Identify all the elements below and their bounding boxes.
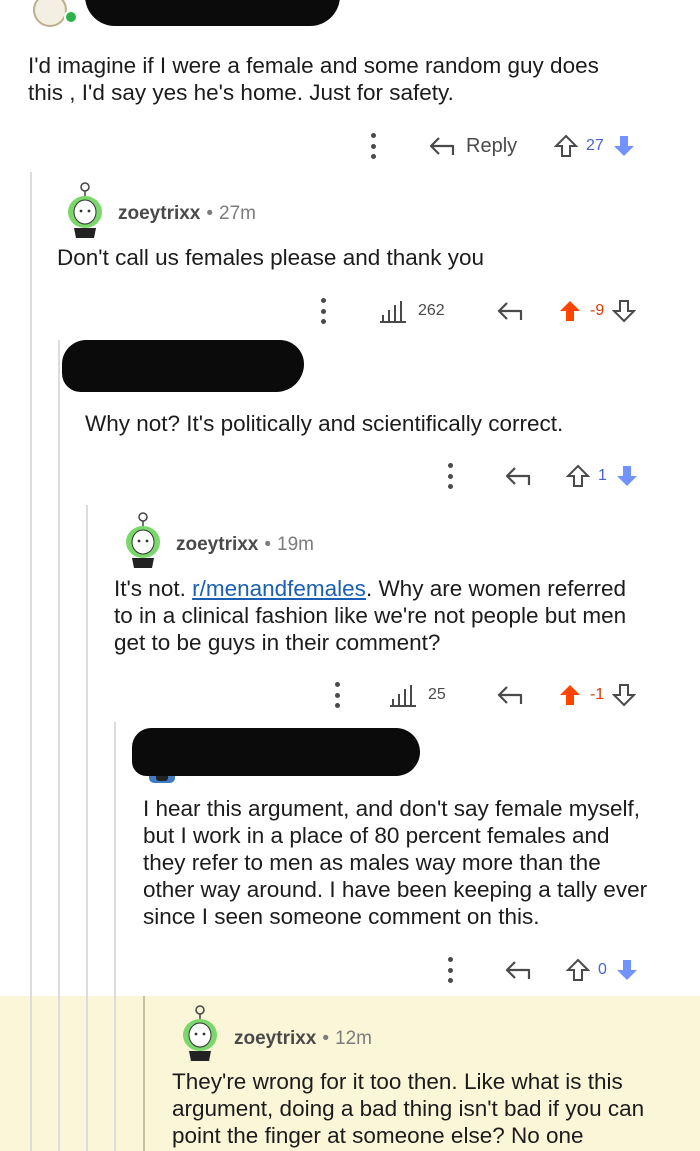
kebab-menu-icon [445,957,455,983]
thread-line-level-4 [114,722,116,1151]
comment-header: zoeytrixx • 27m [118,203,256,225]
view-stats-button[interactable]: 262 [380,296,445,326]
snoo-avatar-icon [183,1005,217,1061]
comment-header: zoeytrixx • 19m [176,534,314,556]
thread-line-level-2 [58,340,60,1151]
upvote-arrow-icon[interactable] [558,299,582,323]
vote-controls: -9 [558,296,637,326]
downvote-arrow-icon[interactable] [615,958,639,982]
more-options-button[interactable] [368,131,378,161]
more-options-button[interactable] [445,955,455,985]
score: 0 [598,961,607,978]
thread-line-level-5 [143,996,145,1151]
vote-controls: 0 [566,955,639,985]
reply-arrow-icon [497,302,523,320]
reply-arrow-icon [505,467,531,485]
avatar[interactable] [30,0,82,36]
subreddit-link[interactable]: r/menandfemales [192,576,366,601]
avatar[interactable] [175,1005,227,1061]
username[interactable]: zoeytrixx [118,203,200,225]
kebab-menu-icon [332,682,342,708]
reply-arrow-icon [429,137,455,155]
kebab-menu-icon [368,133,378,159]
reply-button[interactable] [504,955,532,985]
thread-line-level-3 [86,505,88,1151]
reply-label: Reply [466,134,518,157]
downvote-arrow-icon[interactable] [612,683,637,707]
bar-chart-icon [390,685,416,707]
redacted-username [132,728,420,776]
reply-button[interactable]: Reply [428,131,517,161]
comment-body: It's not. r/menandfemales. Why are women… [114,575,689,656]
dot-separator: • [322,1028,330,1049]
redacted-username [62,340,304,392]
reply-button[interactable] [504,461,532,491]
redacted-username [85,0,340,26]
upvote-arrow-icon[interactable] [554,134,578,158]
view-count: 25 [428,686,446,703]
more-options-button[interactable] [445,461,455,491]
username[interactable]: zoeytrixx [234,1028,316,1050]
more-options-button[interactable] [332,680,342,710]
avatar[interactable] [60,182,112,238]
upvote-arrow-icon[interactable] [566,464,590,488]
dot-separator: • [264,534,272,555]
username[interactable]: zoeytrixx [176,534,258,556]
downvote-arrow-icon[interactable] [612,299,637,323]
reply-button[interactable] [496,680,524,710]
comment-body: They're wrong for it too then. Like what… [172,1069,645,1148]
score: -1 [590,686,605,703]
kebab-menu-icon [445,463,455,489]
reply-arrow-icon [505,961,531,979]
snoo-avatar-icon [33,0,78,27]
comment-body: Why not? It's politically and scientific… [85,411,564,436]
snoo-avatar-icon [126,512,160,568]
reply-arrow-icon [497,686,523,704]
bar-chart-icon [380,301,406,323]
vote-controls: 27 [554,131,636,161]
comment-body: I'd imagine if I were a female and some … [28,53,599,105]
score: -9 [590,302,605,319]
view-stats-button[interactable]: 25 [390,680,446,710]
upvote-arrow-icon[interactable] [566,958,590,982]
view-count: 262 [418,302,445,319]
score: 27 [586,137,604,154]
score: 1 [598,467,607,484]
dot-separator: • [206,203,214,224]
more-options-button[interactable] [318,296,328,326]
vote-controls: -1 [558,680,637,710]
thread-line-level-1 [30,172,32,1151]
downvote-arrow-icon[interactable] [612,134,636,158]
vote-controls: 1 [566,461,639,491]
timestamp: 19m [277,534,314,555]
downvote-arrow-icon[interactable] [615,464,639,488]
comment-header: zoeytrixx • 12m [234,1028,372,1050]
comment-body: I hear this argument, and don't say fema… [143,796,648,929]
body-text-start: It's not. [114,576,193,601]
comment-body: Don't call us females please and thank y… [57,245,485,270]
upvote-arrow-icon[interactable] [558,683,582,707]
avatar[interactable] [118,512,170,568]
timestamp: 12m [335,1028,372,1049]
reply-button[interactable] [496,296,524,326]
snoo-avatar-icon [68,182,102,238]
timestamp: 27m [219,203,256,224]
kebab-menu-icon [318,298,328,324]
